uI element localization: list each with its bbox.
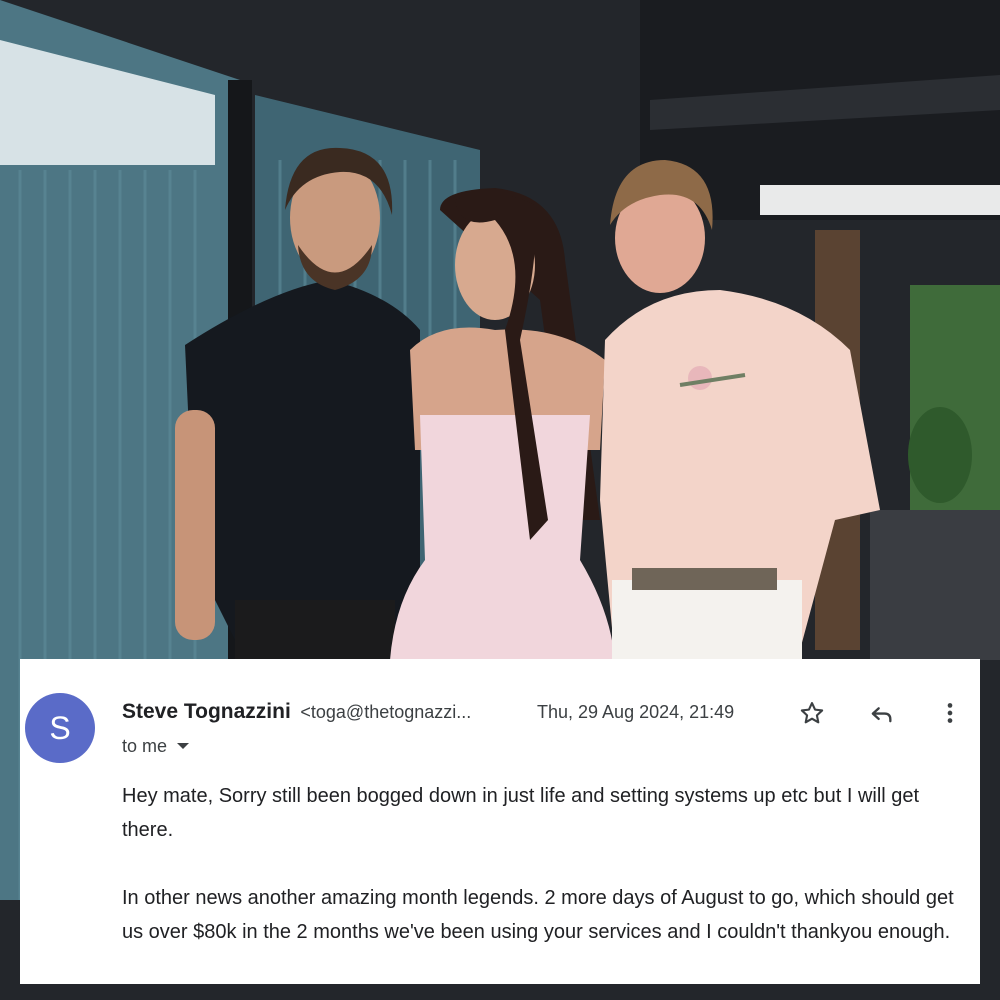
sender-info: Steve Tognazzini <toga@thetognazzi... [122,699,471,725]
email-timestamp: Thu, 29 Aug 2024, 21:49 [537,702,735,722]
recipients-dropdown[interactable]: to me [122,734,190,758]
reply-icon[interactable] [865,697,897,729]
email-body: Hey mate, Sorry still been bogged down i… [122,779,962,949]
chevron-down-icon [177,743,190,749]
ceiling-light-strip [760,185,1000,215]
star-icon-glyph [800,702,824,724]
email-card: S Steve Tognazzini <toga@thetognazzi... … [20,659,980,984]
body-paragraph: In other news another amazing month lege… [122,887,954,943]
sender-email[interactable]: <toga@thetognazzi... [300,702,471,722]
star-icon[interactable] [796,697,828,729]
recipients-label: to me [122,736,168,756]
body-paragraph: Hey mate, Sorry still been bogged down i… [122,785,920,841]
steps [870,510,1000,660]
more-vert-icon[interactable] [934,697,966,729]
sender-avatar[interactable]: S [25,693,95,763]
sender-name[interactable]: Steve Tognazzini [122,700,291,723]
more-vert-icon-glyph [947,703,953,723]
shrub [908,407,972,503]
reply-icon-glyph [871,707,892,723]
